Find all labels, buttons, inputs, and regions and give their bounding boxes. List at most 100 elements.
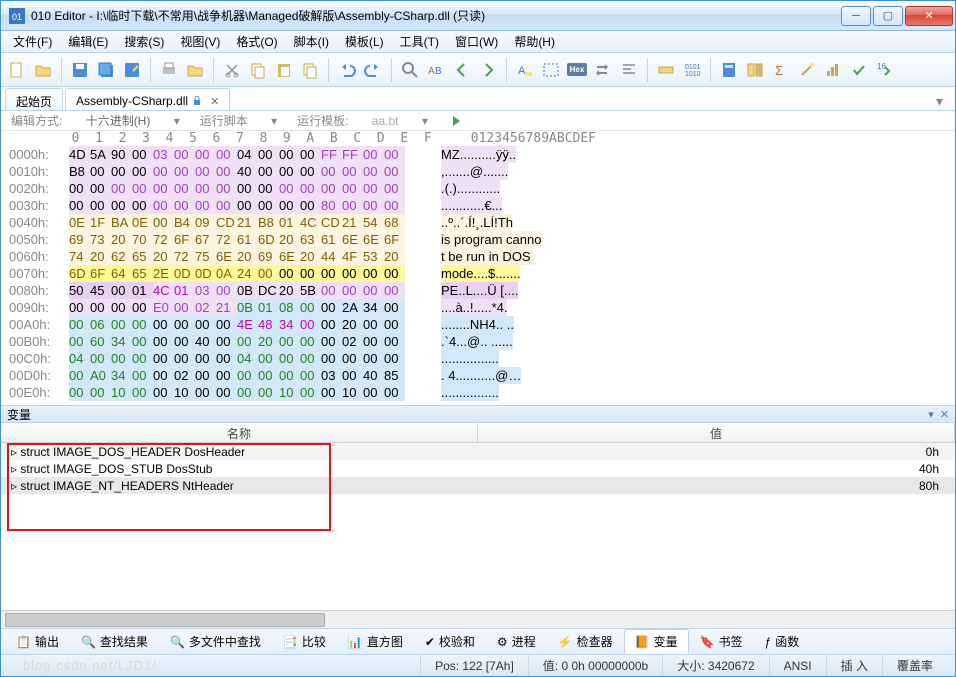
redo-icon[interactable] bbox=[361, 58, 385, 82]
variables-panel-header[interactable]: 变量▾✕ bbox=[1, 405, 955, 423]
highlight-icon[interactable]: A bbox=[513, 58, 537, 82]
variable-row[interactable]: ▹ struct IMAGE_NT_HEADERS NtHeader80h bbox=[1, 477, 955, 494]
hex-row[interactable]: 0030h:00000000000000000000000080000000..… bbox=[9, 197, 947, 214]
checksum-icon[interactable] bbox=[847, 58, 871, 82]
btab-output[interactable]: 📋 输出 bbox=[5, 629, 70, 654]
svg-text:16: 16 bbox=[877, 62, 886, 71]
btab-variables[interactable]: 📙 变量 bbox=[624, 629, 689, 654]
copy2-icon[interactable] bbox=[298, 58, 322, 82]
goto-hex-icon[interactable]: 16 bbox=[873, 58, 897, 82]
new-tab-icon[interactable]: ▾ bbox=[928, 93, 951, 110]
wand-icon[interactable] bbox=[795, 58, 819, 82]
svg-text:A: A bbox=[428, 66, 435, 77]
hex-row[interactable]: 0080h:504500014C0103000BDC205B00000000PE… bbox=[9, 282, 947, 299]
menu-view[interactable]: 视图(V) bbox=[172, 31, 228, 52]
hex-row[interactable]: 00B0h:00603400000040000020000000020000.`… bbox=[9, 333, 947, 350]
hex-row[interactable]: 0060h:742062652072756E20696E20444F5320t … bbox=[9, 248, 947, 265]
back-icon[interactable] bbox=[450, 58, 474, 82]
col-value[interactable]: 值 bbox=[478, 423, 955, 442]
hex-row[interactable]: 0020h:00000000000000000000000000000000.(… bbox=[9, 180, 947, 197]
hex-row[interactable]: 0050h:69732070726F6772616D2063616E6E6Fis… bbox=[9, 231, 947, 248]
btab-compare[interactable]: 📑 比较 bbox=[272, 629, 337, 654]
btab-checksum[interactable]: ✔ 校验和 bbox=[414, 629, 486, 654]
menu-file[interactable]: 文件(F) bbox=[5, 31, 60, 52]
app-icon: 01 bbox=[9, 8, 25, 24]
undo-icon[interactable] bbox=[335, 58, 359, 82]
status-pos: Pos: 122 [7Ah] bbox=[420, 655, 528, 676]
open-folder-icon[interactable] bbox=[31, 58, 55, 82]
search-icon[interactable] bbox=[398, 58, 422, 82]
hex-row[interactable]: 00D0h:00A03400000200000000000003004085. … bbox=[9, 367, 947, 384]
svg-text:B: B bbox=[435, 66, 442, 77]
run-template-icon[interactable] bbox=[448, 112, 466, 130]
forward-icon[interactable] bbox=[476, 58, 500, 82]
folder-icon[interactable] bbox=[183, 58, 207, 82]
hex-row[interactable]: 00A0h:00060000000000004E48340000200000..… bbox=[9, 316, 947, 333]
save-icon[interactable] bbox=[68, 58, 92, 82]
statusbar: blog.csdn.net/LJD1/ Pos: 122 [7Ah] 值: 0 … bbox=[1, 654, 955, 676]
status-val: 值: 0 0h 00000000b bbox=[528, 655, 662, 676]
compare-icon[interactable] bbox=[743, 58, 767, 82]
btab-functions[interactable]: ƒ 函数 bbox=[754, 629, 811, 654]
print-icon[interactable] bbox=[157, 58, 181, 82]
copy-icon[interactable] bbox=[246, 58, 270, 82]
btab-bookmarks[interactable]: 🔖 书签 bbox=[689, 629, 754, 654]
btab-findfiles[interactable]: 🔍 多文件中查找 bbox=[159, 629, 272, 654]
hex-ruler: 0 1 2 3 4 5 6 7 8 9 A B C D E F 01234567… bbox=[1, 131, 955, 146]
find-replace-icon[interactable]: AB bbox=[424, 58, 448, 82]
h-scrollbar[interactable] bbox=[1, 610, 955, 628]
align-icon[interactable] bbox=[617, 58, 641, 82]
tab-start[interactable]: 起始页 bbox=[5, 88, 63, 110]
paste-icon[interactable] bbox=[272, 58, 296, 82]
bottom-tabs: 📋 输出 🔍 查找结果 🔍 多文件中查找 📑 比较 📊 直方图 ✔ 校验和 ⚙ … bbox=[1, 628, 955, 654]
btab-histogram[interactable]: 📊 直方图 bbox=[337, 629, 414, 654]
new-file-icon[interactable] bbox=[5, 58, 29, 82]
menu-search[interactable]: 搜索(S) bbox=[116, 31, 172, 52]
col-name[interactable]: 名称 bbox=[1, 423, 478, 442]
menu-format[interactable]: 格式(O) bbox=[228, 31, 285, 52]
hex-view[interactable]: 0000h:4D5A90000300000004000000FFFF0000MZ… bbox=[1, 146, 955, 405]
menu-edit[interactable]: 编辑(E) bbox=[60, 31, 116, 52]
maximize-button[interactable]: ▢ bbox=[873, 6, 903, 26]
menu-template[interactable]: 模板(L) bbox=[337, 31, 392, 52]
hex-row[interactable]: 0040h:0E1FBA0E00B409CD21B8014CCD215468..… bbox=[9, 214, 947, 231]
variable-row[interactable]: ▹ struct IMAGE_DOS_HEADER DosHeader0h bbox=[1, 443, 955, 460]
menu-script[interactable]: 脚本(I) bbox=[286, 31, 337, 52]
hex-row[interactable]: 0010h:B8000000000000004000000000000000,.… bbox=[9, 163, 947, 180]
save-as-icon[interactable] bbox=[120, 58, 144, 82]
variable-row[interactable]: ▹ struct IMAGE_DOS_STUB DosStub40h bbox=[1, 460, 955, 477]
binary-icon[interactable]: 01011010 bbox=[680, 58, 704, 82]
btab-find[interactable]: 🔍 查找结果 bbox=[70, 629, 159, 654]
close-button[interactable]: ✕ bbox=[905, 6, 953, 26]
status-size: 大小: 3420672 bbox=[662, 655, 768, 676]
status-enc: ANSI bbox=[769, 655, 826, 676]
menubar: 文件(F) 编辑(E) 搜索(S) 视图(V) 格式(O) 脚本(I) 模板(L… bbox=[1, 31, 955, 53]
hex-row[interactable]: 0090h:00000000E00002210B010800002A3400..… bbox=[9, 299, 947, 316]
hex-row[interactable]: 0070h:6D6F64652E0D0D0A2400000000000000mo… bbox=[9, 265, 947, 282]
close-panel-icon[interactable]: ✕ bbox=[940, 408, 949, 421]
select-icon[interactable] bbox=[539, 58, 563, 82]
sigma-icon[interactable]: Σ bbox=[769, 58, 793, 82]
hex-row[interactable]: 00E0h:00001000001000000000100000100000..… bbox=[9, 384, 947, 401]
minimize-button[interactable]: ─ bbox=[841, 6, 871, 26]
variables-list[interactable]: ▹ struct IMAGE_DOS_HEADER DosHeader0h▹ s… bbox=[1, 443, 955, 610]
swap-icon[interactable] bbox=[591, 58, 615, 82]
btab-process[interactable]: ⚙ 进程 bbox=[486, 629, 547, 654]
hex-icon[interactable]: Hex bbox=[565, 58, 589, 82]
pin-icon[interactable]: ▾ bbox=[928, 408, 934, 421]
ruler-icon[interactable] bbox=[654, 58, 678, 82]
btab-inspector[interactable]: ⚡ 检查器 bbox=[547, 629, 624, 654]
window-title: 010 Editor - I:\临时下载\不常用\战争机器\Managed破解版… bbox=[31, 7, 839, 24]
calculator-icon[interactable] bbox=[717, 58, 741, 82]
menu-tools[interactable]: 工具(T) bbox=[392, 31, 447, 52]
hex-row[interactable]: 0000h:4D5A90000300000004000000FFFF0000MZ… bbox=[9, 146, 947, 163]
svg-text:A: A bbox=[518, 65, 526, 77]
hex-row[interactable]: 00C0h:04000000000000000400000000000000..… bbox=[9, 350, 947, 367]
menu-window[interactable]: 窗口(W) bbox=[447, 31, 506, 52]
tab-close-icon[interactable]: ✕ bbox=[210, 95, 219, 108]
menu-help[interactable]: 帮助(H) bbox=[506, 31, 563, 52]
histogram-icon[interactable] bbox=[821, 58, 845, 82]
save-all-icon[interactable] bbox=[94, 58, 118, 82]
cut-icon[interactable] bbox=[220, 58, 244, 82]
tab-file[interactable]: Assembly-CSharp.dll ✕ bbox=[65, 88, 230, 110]
